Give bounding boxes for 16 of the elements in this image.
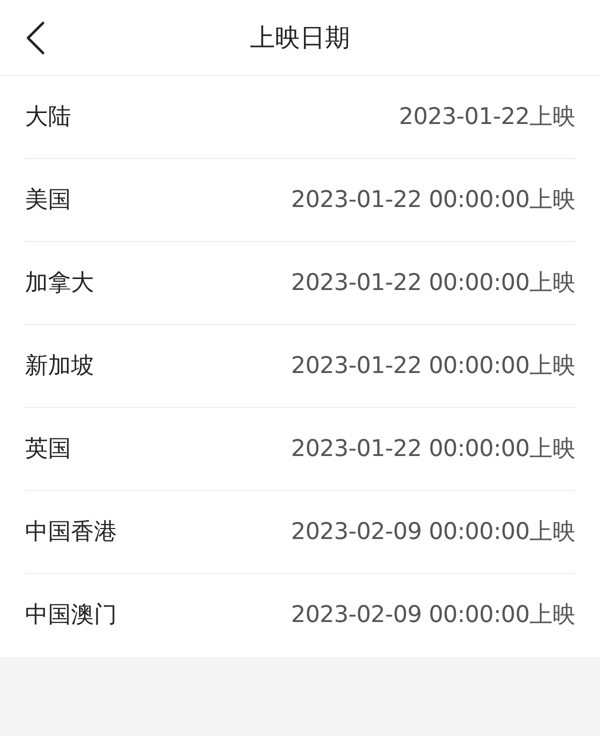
release-date: 2023-01-22 00:00:00上映: [291, 352, 575, 381]
release-date: 2023-01-22 00:00:00上映: [291, 268, 575, 298]
region-label: 加拿大: [25, 268, 94, 298]
region-label: 美国: [25, 186, 71, 215]
release-date: 2023-01-22 00:00:00上映: [291, 434, 575, 464]
region-label: 中国澳门: [25, 601, 117, 630]
release-date: 2023-02-09 00:00:00上映: [291, 601, 575, 630]
page-title: 上映日期: [250, 22, 350, 54]
region-label: 中国香港: [25, 518, 117, 547]
release-date: 2023-01-22上映: [398, 102, 575, 132]
region-label: 大陆: [25, 102, 71, 132]
region-label: 英国: [25, 434, 71, 464]
back-icon: [25, 21, 45, 55]
release-date: 2023-01-22 00:00:00上映: [291, 186, 575, 215]
region-label: 新加坡: [25, 352, 94, 381]
release-date: 2023-02-09 00:00:00上映: [291, 518, 575, 547]
